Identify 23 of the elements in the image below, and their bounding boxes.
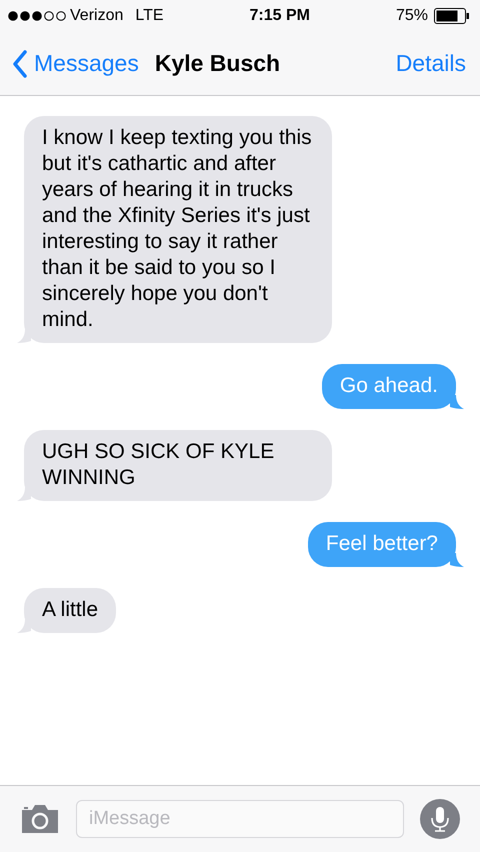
received-message: UGH SO SICK OF KYLE WINNING (24, 430, 332, 501)
network-type: LTE (135, 7, 164, 25)
details-link[interactable]: Details (396, 50, 466, 77)
carrier-name: Verizon (70, 7, 124, 25)
bubble-tail-icon (450, 395, 464, 409)
signal-icon (8, 11, 66, 21)
contact-name: Kyle Busch (154, 50, 280, 77)
bubble-tail-icon (450, 553, 464, 567)
chevron-left-icon (12, 50, 28, 78)
bubble-tail-icon (17, 487, 31, 501)
battery-icon (434, 8, 470, 24)
battery-percent: 75% (396, 7, 428, 25)
sent-message: Feel better? (308, 522, 456, 567)
bubble-tail-icon (17, 619, 31, 633)
received-message: I know I keep texting you this but it's cathartic and after years of hearing it in trucks and the Xfinity Series it's just interesting to say it rather than it be said to you so I sincerely hope you don't mind. (24, 116, 332, 343)
microphone-icon[interactable] (420, 799, 460, 839)
clock-time: 7:15 PM (250, 7, 310, 25)
back-button[interactable]: Messages (12, 50, 139, 78)
bubble-tail-icon (17, 329, 31, 343)
message-input-field[interactable]: iMessage (76, 800, 404, 838)
sent-message: Go ahead. (322, 364, 456, 409)
received-message: A little (24, 588, 116, 633)
camera-icon[interactable] (20, 804, 60, 834)
